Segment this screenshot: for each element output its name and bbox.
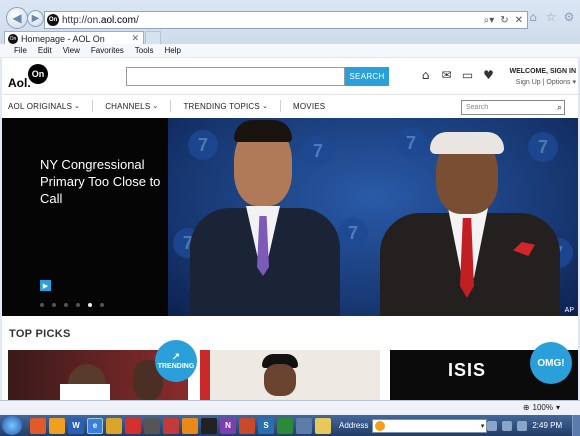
menu-view[interactable]: View: [63, 46, 80, 55]
chevron-down-icon: ⌄: [74, 102, 81, 110]
taskbar: W e N S Address ▾ 2:49 PM: [0, 415, 580, 436]
top-picks-heading: TOP PICKS: [9, 328, 71, 340]
app-icon[interactable]: [277, 417, 293, 434]
chevron-down-icon: ⌄: [261, 102, 269, 110]
options-link[interactable]: Options: [546, 79, 570, 86]
hero-carousel[interactable]: NY Congressional Primary Too Close to Ca…: [2, 118, 578, 316]
hero-title[interactable]: NY Congressional Primary Too Close to Ca…: [40, 156, 170, 207]
pdf-icon[interactable]: [125, 417, 141, 434]
favorites-star-icon[interactable]: ☆: [544, 10, 558, 24]
refresh-icon[interactable]: ↻: [500, 15, 508, 26]
menu-edit[interactable]: Edit: [38, 46, 52, 55]
sign-in-link[interactable]: WELCOME, SIGN IN: [498, 68, 577, 75]
carousel-dot[interactable]: [64, 303, 68, 307]
app-icon[interactable]: [296, 417, 312, 434]
menu-file[interactable]: File: [14, 46, 27, 55]
system-tray: 2:49 PM: [487, 420, 572, 431]
nav-channels[interactable]: CHANNELS ⌄: [105, 102, 158, 111]
trending-chart-icon: ↗: [171, 352, 181, 363]
carousel-dot[interactable]: [52, 303, 56, 307]
zoom-icon: ⊕: [522, 403, 530, 412]
onenote-icon[interactable]: N: [220, 417, 236, 434]
browser-tab[interactable]: On Homepage - AOL On ✕: [4, 31, 144, 45]
app-icon[interactable]: S: [258, 417, 274, 434]
hero-photo[interactable]: 7 7 7 7 7 7 7 AP: [168, 118, 578, 316]
photo-credit: AP: [564, 307, 574, 314]
nav-search-input[interactable]: Search ⌕: [461, 100, 565, 115]
chrome-icon[interactable]: [49, 417, 65, 434]
search-icon[interactable]: ⌕: [557, 103, 562, 113]
ie-icon[interactable]: e: [87, 417, 103, 434]
search-button[interactable]: SEARCH: [345, 67, 389, 86]
app-icon[interactable]: [315, 417, 331, 434]
nav-aol-originals[interactable]: AOL ORIGINALS ⌄: [8, 102, 80, 111]
tools-gear-icon[interactable]: ⚙: [562, 10, 576, 24]
menu-bar: File Edit View Favorites Tools Help: [0, 44, 580, 57]
site-favicon-icon: On: [47, 14, 59, 26]
app-icon[interactable]: [239, 417, 255, 434]
app-icon[interactable]: [182, 417, 198, 434]
back-button[interactable]: ◀: [6, 7, 28, 29]
status-bar: ⊕ 100% ▾: [0, 400, 580, 415]
new-tab-button[interactable]: [145, 31, 161, 45]
person-right: [368, 118, 578, 316]
app-icon[interactable]: [144, 417, 160, 434]
tab-close-icon[interactable]: ✕: [131, 33, 139, 44]
trending-badge[interactable]: ↗ TRENDING: [155, 340, 197, 382]
header-divider: [2, 94, 578, 95]
address-bar[interactable]: On http://on.aol.com/ ⌕▾ ↻ ✕: [44, 11, 528, 29]
person-left: [182, 118, 352, 316]
sign-up-link[interactable]: Sign Up: [516, 79, 541, 86]
thumb-card[interactable]: [200, 350, 380, 400]
explorer-icon[interactable]: [106, 417, 122, 434]
aol-on-logo[interactable]: Aol. On: [8, 64, 50, 90]
carousel-dot-active[interactable]: [88, 303, 92, 307]
zoom-control[interactable]: ⊕ 100% ▾: [523, 403, 560, 412]
chevron-down-icon: ⌄: [152, 102, 159, 110]
top-picks-row: ↗ TRENDING ISIS OMG!: [8, 340, 578, 400]
address-label: Address: [339, 421, 369, 430]
clock[interactable]: 2:49 PM: [532, 421, 562, 430]
omg-badge[interactable]: OMG!: [530, 342, 572, 384]
user-block: WELCOME, SIGN IN Sign Up | Options ▾: [498, 68, 577, 86]
app-icon[interactable]: [163, 417, 179, 434]
word-icon[interactable]: W: [68, 417, 84, 434]
show-desktop-button[interactable]: [572, 415, 580, 436]
dropdown-icon: ▾: [480, 421, 485, 430]
carousel-dots: [40, 303, 104, 307]
main-nav: AOL ORIGINALS ⌄ CHANNELS ⌄ TRENDING TOPICS…: [8, 100, 325, 112]
menu-help[interactable]: Help: [164, 46, 180, 55]
heart-icon[interactable]: ♥: [481, 68, 496, 82]
stop-icon[interactable]: ✕: [515, 15, 523, 26]
web-page: Aol. On SEARCH ⌂ ✉ ▭ ♥ WELCOME, SIGN IN …: [2, 58, 578, 400]
tv-icon[interactable]: ▭: [460, 68, 475, 82]
carousel-dot[interactable]: [76, 303, 80, 307]
ie-small-icon: [375, 420, 386, 431]
start-button[interactable]: [2, 416, 22, 435]
tab-title: Homepage - AOL On: [21, 33, 105, 44]
taskbar-address-input[interactable]: ▾: [372, 418, 488, 433]
tray-icon[interactable]: [487, 420, 498, 431]
media-icon[interactable]: [30, 417, 46, 434]
mail-icon[interactable]: ✉: [439, 68, 454, 82]
site-search-input[interactable]: [126, 67, 345, 86]
nav-movies[interactable]: MOVIES: [293, 102, 325, 111]
forward-button[interactable]: ▶: [27, 10, 44, 27]
play-icon[interactable]: ▶: [40, 280, 51, 291]
address-url: http://on.aol.com/: [62, 14, 139, 26]
menu-tools[interactable]: Tools: [135, 46, 154, 55]
tab-favicon-icon: On: [8, 33, 18, 44]
nav-trending-topics[interactable]: TRENDING TOPICS ⌄: [183, 102, 268, 111]
menu-favorites[interactable]: Favorites: [91, 46, 124, 55]
browser-chrome: ◀ ▶ On http://on.aol.com/ ⌕▾ ↻ ✕ ⌂ ☆ ⚙ O…: [0, 0, 580, 57]
carousel-dot[interactable]: [100, 303, 104, 307]
carousel-dot[interactable]: [40, 303, 44, 307]
volume-icon[interactable]: [517, 420, 528, 431]
home-icon[interactable]: ⌂: [418, 68, 433, 82]
home-icon[interactable]: ⌂: [526, 10, 540, 24]
search-dropdown-icon[interactable]: ⌕▾: [484, 15, 495, 26]
app-icon[interactable]: [201, 417, 217, 434]
network-icon[interactable]: [502, 420, 513, 431]
